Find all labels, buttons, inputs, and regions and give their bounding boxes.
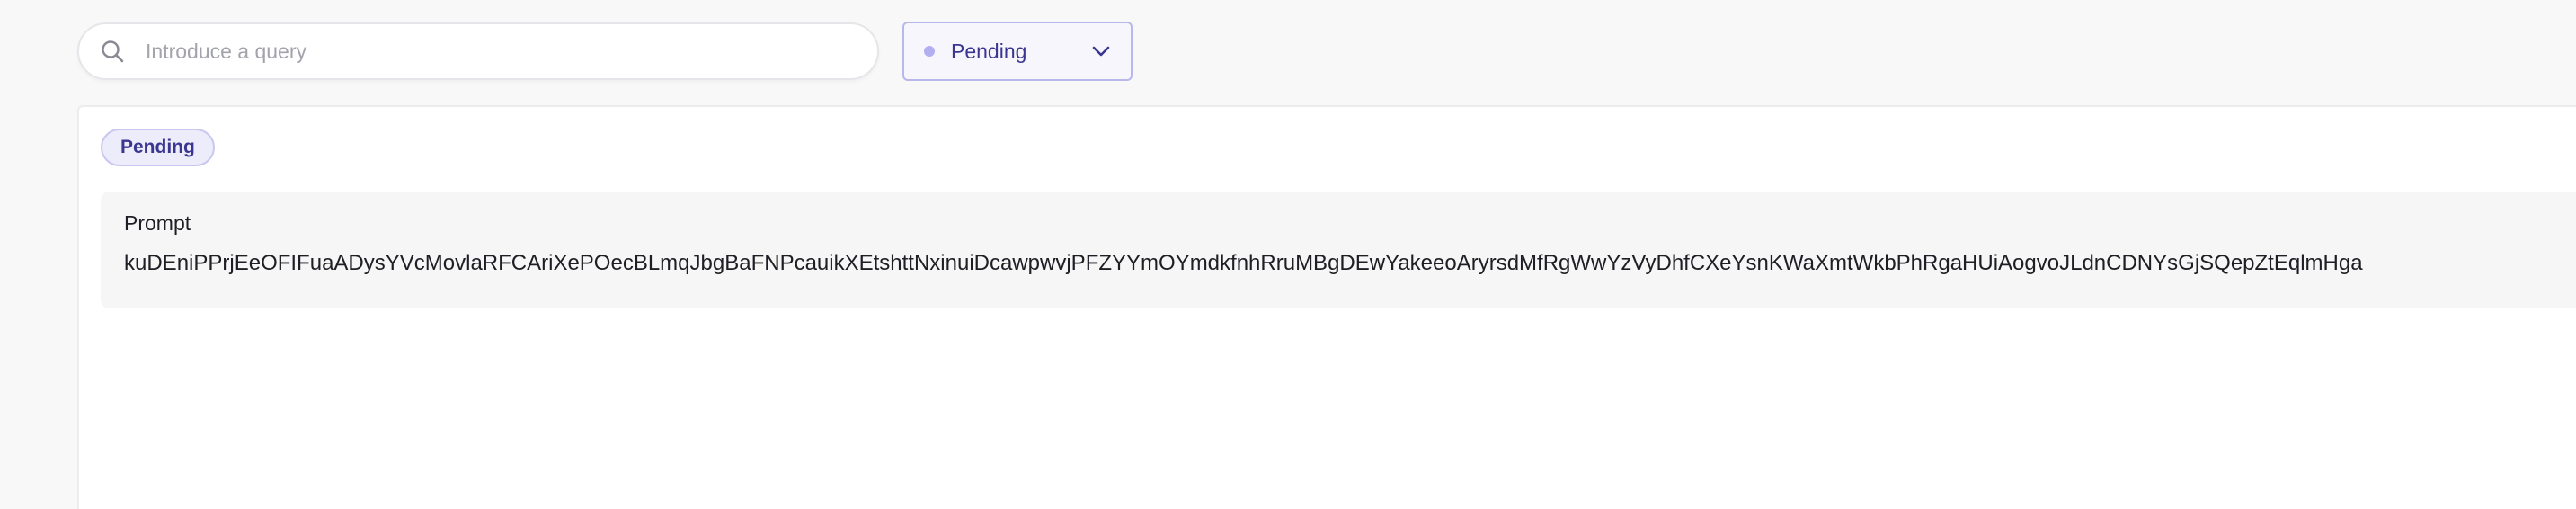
search-input[interactable] [144,38,831,65]
record-panel: Pending Prompt kuDEniPPrjEeOFIFuaADysYVc… [77,105,2576,509]
status-filter-label: Pending [951,39,1027,63]
search-icon [99,38,126,65]
chevron-down-icon [1091,41,1111,61]
toolbar: Pending [77,22,1133,81]
status-dot [924,46,935,57]
status-filter-dropdown[interactable]: Pending [902,22,1133,81]
prompt-field-card: Prompt kuDEniPPrjEeOFIFuaADysYVcMovlaRFC… [101,192,2576,308]
search-box[interactable] [77,22,879,80]
status-badge: Pending [101,129,215,166]
prompt-field-label: Prompt [124,211,191,235]
prompt-field-value: kuDEniPPrjEeOFIFuaADysYVcMovlaRFCAriXePO… [124,251,2363,275]
